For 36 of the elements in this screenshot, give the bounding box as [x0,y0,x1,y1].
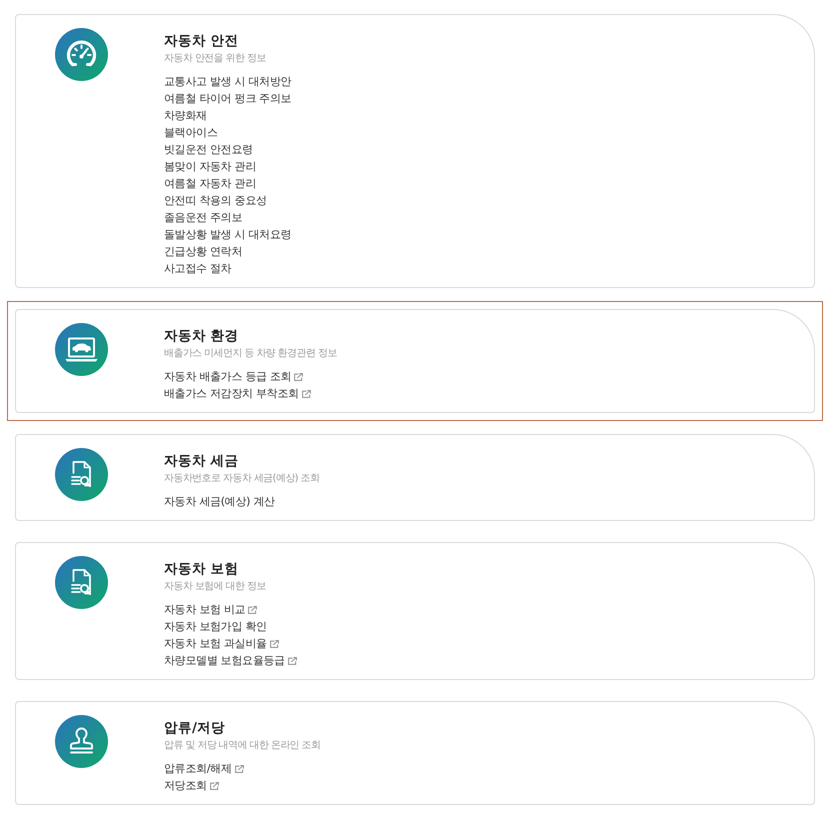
menu-link[interactable]: 봄맞이 자동차 관리 [164,158,256,175]
menu-link[interactable]: 여름철 자동차 관리 [164,175,256,192]
menu-link[interactable]: 돌발상황 발생 시 대처요령 [164,226,292,243]
menu-link[interactable]: 사고접수 절차 [164,260,232,277]
section-title: 자동차 환경 [164,327,240,346]
menu-link[interactable]: 안전띠 착용의 중요성 [164,192,267,209]
stamp-icon [55,715,108,768]
section-title: 자동차 안전 [164,32,240,51]
laptop-car-icon [55,323,108,376]
menu-link[interactable]: 저당조회 [164,777,219,794]
section-subtitle: 배출가스 미세먼지 등 차량 환경관련 정보 [164,347,337,361]
menu-link[interactable]: 자동차 배출가스 등급 조회 [164,368,304,385]
section-subtitle: 자동차 안전을 위한 정보 [164,52,267,66]
section-subtitle: 자동차번호로 자동차 세금(예상) 조회 [164,472,320,486]
section-subtitle: 자동차 보험에 대한 정보 [164,580,267,594]
speedometer-icon [55,28,108,81]
menu-link[interactable]: 졸음운전 주의보 [164,209,242,226]
menu-link[interactable]: 자동차 보험가입 확인 [164,618,267,635]
section-title: 자동차 보험 [164,560,240,579]
menu-link[interactable]: 차량화재 [164,107,207,124]
section-title: 압류/저당 [164,719,226,738]
document-search-icon [55,556,108,609]
section-subtitle: 압류 및 저당 내역에 대한 온라인 조회 [164,739,320,753]
menu-link[interactable]: 배출가스 저감장치 부착조회 [164,385,311,402]
menu-link[interactable]: 블랙아이스 [164,124,218,141]
section-title: 자동차 세금 [164,452,240,471]
menu-link[interactable]: 빗길운전 안전요령 [164,141,253,158]
menu-link[interactable]: 여름철 타이어 펑크 주의보 [164,90,292,107]
menu-link[interactable]: 압류조회/해제 [164,760,244,777]
menu-link[interactable]: 차량모델별 보험요율등급 [164,652,297,669]
menu-link[interactable]: 긴급상황 연락처 [164,243,242,260]
menu-link[interactable]: 자동차 세금(예상) 계산 [164,493,275,510]
menu-link[interactable]: 자동차 보험 비교 [164,601,258,618]
menu-link[interactable]: 자동차 보험 과실비율 [164,635,279,652]
menu-link[interactable]: 교통사고 발생 시 대처방안 [164,73,292,90]
document-search-icon [55,448,108,501]
